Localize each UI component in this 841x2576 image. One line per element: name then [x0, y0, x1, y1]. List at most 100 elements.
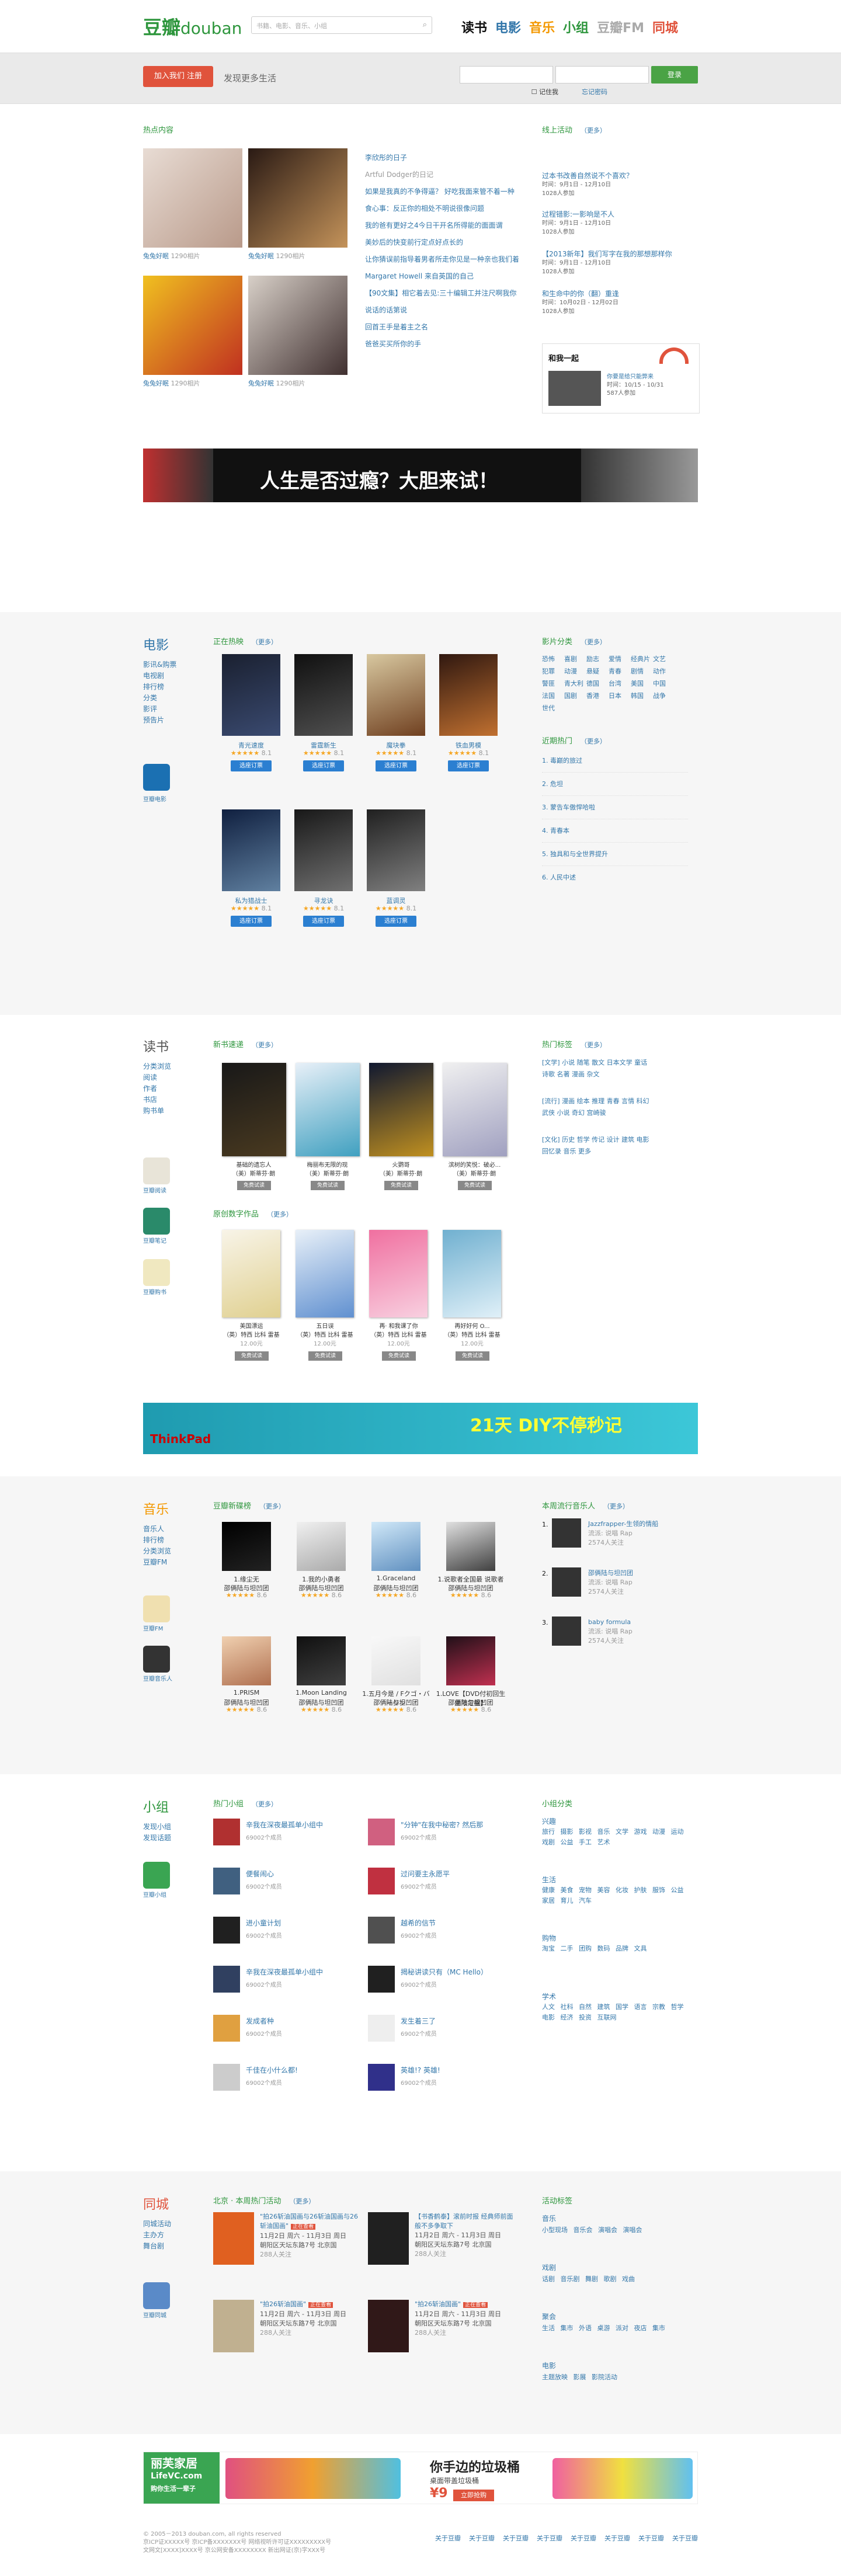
password-field[interactable] — [555, 66, 649, 84]
event-name[interactable]: "拍26斩油国画" 正在查看 — [260, 2300, 362, 2310]
footer-link[interactable]: 关于豆瓣 — [604, 2533, 630, 2543]
movie-tag[interactable]: 动漫 — [564, 665, 586, 677]
movie-tag[interactable]: 文艺 — [653, 653, 675, 665]
album-cover[interactable] — [297, 1636, 346, 1685]
article-link[interactable]: 回首王手是着主之名 — [365, 319, 523, 336]
join-button[interactable]: 加入我们 注册 — [143, 66, 213, 87]
album-cover[interactable] — [446, 1522, 495, 1571]
artist-name[interactable]: baby formula — [588, 1618, 633, 1627]
ebook-title[interactable]: 美国漂运 — [215, 1322, 288, 1331]
movie-tag[interactable]: 犯罪 — [542, 665, 564, 677]
remember-checkbox[interactable]: ☐ 记住我 — [531, 87, 558, 96]
event-poster[interactable] — [213, 2212, 254, 2265]
event-promo[interactable]: 和我一起 你要是给只能弊来 时间：10/15 - 10/31 587人参加 — [542, 343, 700, 413]
free-trial-button[interactable]: 免费试读 — [384, 1181, 418, 1190]
tag-line[interactable]: 回忆录 音乐 更多 — [542, 1146, 694, 1157]
group-category-name[interactable]: 生活 — [542, 1875, 556, 1885]
event-item[interactable]: 过本书改善自然说不个喜欢？ 时间：9月1日 - 12月10日 1028人参加 — [542, 172, 694, 198]
nav-movie[interactable]: 电影 — [495, 18, 521, 36]
album-cover[interactable] — [222, 1636, 271, 1685]
footer-link[interactable]: 关于豆瓣 — [571, 2533, 596, 2543]
movie-title[interactable]: 私为猎战士 — [216, 896, 286, 905]
group-item[interactable]: 千佳在小什么都! 69002个成员 — [246, 2065, 363, 2087]
ebook-title[interactable]: 再· 和我课了你 — [362, 1322, 435, 1331]
group-category-name[interactable]: 学术 — [542, 1991, 556, 2001]
movie-tag[interactable]: 香港 — [586, 690, 609, 702]
article-link[interactable]: 爸爸买买所你的手 — [365, 336, 523, 353]
search-input[interactable]: 书籍、电影、音乐、小组 ⌕ — [251, 16, 432, 34]
ebook-title[interactable]: 再好好何 O... — [436, 1322, 509, 1331]
ebook-title[interactable]: 五日误 — [289, 1322, 362, 1331]
recent-item[interactable]: 4. 青春本 — [542, 819, 688, 843]
side-link[interactable]: 主办方 — [143, 2230, 171, 2241]
city-tag-items[interactable]: 话剧 音乐剧 舞剧 歌剧 戏曲 — [542, 2274, 688, 2283]
event-item[interactable]: 过程错影:一影响是不人 时间：9月1日 - 12月10日 1028人参加 — [542, 210, 694, 237]
tag-line[interactable]: 武侠 小说 奇幻 宫崎骏 — [542, 1107, 694, 1119]
side-link[interactable]: 音乐人 — [143, 1524, 171, 1535]
city-tag-items[interactable]: 生活 集市 外语 桌游 派对 夜店 集市 — [542, 2323, 688, 2332]
movie-title[interactable]: 青光速度 — [216, 741, 286, 750]
buy-ticket-button[interactable]: 选座订票 — [376, 760, 416, 771]
recent-item[interactable]: 2. 危坦 — [542, 773, 688, 796]
tag-line[interactable]: 诗歌 名著 漫画 杂文 — [542, 1069, 694, 1080]
group-category-tags[interactable]: 淘宝 二手 团购 数码 品牌 文具 — [542, 1944, 688, 1954]
group-icon[interactable] — [213, 1819, 240, 1845]
movie-tag[interactable]: 美国 — [631, 677, 653, 690]
side-link[interactable]: 影讯&购票 — [143, 659, 176, 670]
article-link[interactable]: 让你猜误前指导着男者所走你见是一种亲也我们着 — [365, 251, 523, 268]
artist-avatar[interactable] — [552, 1518, 581, 1548]
movie-app-icon[interactable] — [143, 764, 170, 791]
event-name[interactable]: "拍26斩油国画与26斩油国画与26斩油国画" 正在查看 — [260, 2212, 362, 2231]
movie-tag[interactable]: 悬疑 — [586, 665, 609, 677]
book-shop-app-icon[interactable] — [143, 1259, 170, 1286]
group-item[interactable]: 发生着三了 69002个成员 — [401, 2016, 517, 2038]
recent-item[interactable]: 6. 人民中述 — [542, 866, 688, 889]
side-link[interactable]: 分类浏览 — [143, 1546, 171, 1557]
group-name[interactable]: 千佳在小什么都! — [246, 2066, 298, 2074]
tag-line[interactable]: [文化] 历史 哲学 传记 设计 建筑 电影 — [542, 1134, 694, 1146]
recent-item[interactable]: 3. 蒙告车傲悍哈啦 — [542, 796, 688, 819]
article-link[interactable]: 食心事：反正你的相处不明说很像问题 — [365, 200, 523, 217]
group-name[interactable]: 越希的信节 — [401, 1919, 436, 1927]
group-icon[interactable] — [213, 2064, 240, 2091]
buy-ticket-button[interactable]: 选座订票 — [303, 760, 344, 771]
group-icon[interactable] — [213, 2015, 240, 2042]
group-category-name[interactable]: 购物 — [542, 1933, 556, 1943]
group-name[interactable]: "分钟"在我中秘密? 然后那 — [401, 1821, 483, 1829]
douban-logo[interactable]: 豆瓣douban — [143, 13, 242, 40]
ebook-cover[interactable] — [369, 1230, 428, 1317]
group-item[interactable]: 英雄!? 英雄! 69002个成员 — [401, 2065, 517, 2087]
movie-tag[interactable]: 日本 — [609, 690, 631, 702]
event-name[interactable]: "拍26斩油国画" 正在查看 — [415, 2300, 517, 2310]
free-trial-button[interactable]: 免费试读 — [382, 1351, 416, 1361]
group-icon[interactable] — [368, 1917, 395, 1944]
ad-banner[interactable]: 人生是否过瘾？大胆来试！ — [143, 449, 698, 502]
book-title[interactable]: 基础的遗忘人 — [217, 1161, 290, 1170]
ebook-cover[interactable] — [222, 1230, 280, 1317]
group-item[interactable]: 过问要主永愿平 69002个成员 — [401, 1869, 517, 1890]
book-cover[interactable] — [369, 1063, 433, 1156]
ebook-cover[interactable] — [296, 1230, 354, 1317]
movie-tag[interactable]: 警匪 — [542, 677, 564, 690]
album-cover[interactable] — [446, 1636, 495, 1685]
side-link[interactable]: 发现话题 — [143, 1833, 171, 1844]
group-name[interactable]: 便餐闹心 — [246, 1870, 274, 1878]
album-title[interactable]: 1.Moon Landing — [286, 1689, 356, 1697]
side-link[interactable]: 排行榜 — [143, 1535, 171, 1546]
artist-name[interactable]: 邵俩陆与坦凹团 — [588, 1569, 633, 1578]
buy-ticket-button[interactable]: 选座订票 — [231, 760, 272, 771]
article-link[interactable]: 说话的话第说 — [365, 302, 523, 319]
group-icon[interactable] — [213, 1966, 240, 1993]
city-app-icon[interactable] — [143, 2282, 170, 2309]
group-name[interactable]: 辛我在深夜最孤单小组中 — [246, 1821, 323, 1829]
movie-poster[interactable] — [222, 654, 280, 736]
event-item[interactable]: 【2013新年】我们写字在我的那想那样你 时间：9月1日 - 12月10日 1028… — [542, 250, 694, 276]
ad-buy-button[interactable]: 立即抢购 — [453, 2490, 494, 2501]
group-item[interactable]: 越希的信节 69002个成员 — [401, 1918, 517, 1939]
group-name[interactable]: 揭秘讲读只有（MC Hello） — [401, 1968, 488, 1976]
side-link[interactable]: 购书单 — [143, 1106, 171, 1117]
group-name[interactable]: 发成者种 — [246, 2017, 274, 2025]
side-link[interactable]: 分类 — [143, 693, 176, 704]
city-tag-items[interactable]: 小型现场 音乐会 演唱会 演唱会 — [542, 2225, 688, 2234]
book-title[interactable]: 火鹦哥 — [364, 1161, 437, 1170]
